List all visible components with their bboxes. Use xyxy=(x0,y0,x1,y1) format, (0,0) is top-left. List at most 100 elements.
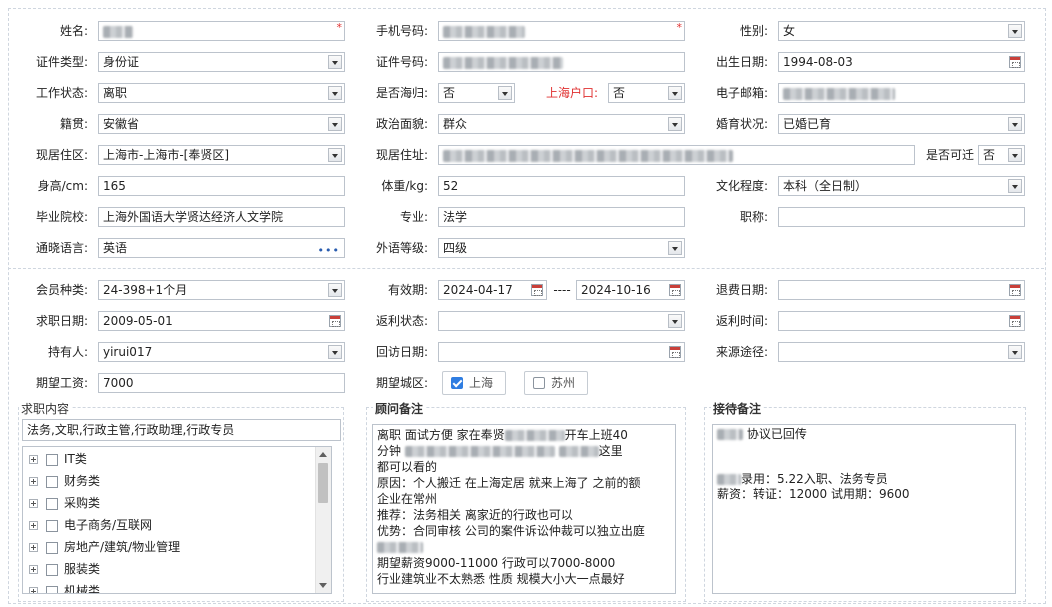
scroll-up-icon[interactable] xyxy=(319,452,327,457)
birth-date-field[interactable]: 1994-08-03 xyxy=(778,52,1025,72)
major-field[interactable]: 法学 xyxy=(438,207,685,227)
tree-scrollbar[interactable] xyxy=(315,447,331,593)
scroll-thumb[interactable] xyxy=(318,463,328,503)
expand-icon[interactable] xyxy=(29,477,38,486)
weight-field[interactable]: 52 xyxy=(438,176,685,196)
calendar-icon[interactable] xyxy=(1009,56,1021,68)
chevron-down-icon[interactable] xyxy=(328,117,342,131)
checkbox-icon[interactable] xyxy=(46,541,58,554)
id-number-field[interactable] xyxy=(438,52,685,72)
note-line: 期望薪资9000-11000 行政可以7000-8000 xyxy=(377,556,616,570)
marital-select[interactable]: 已婚已育 xyxy=(778,114,1025,134)
expand-icon[interactable] xyxy=(29,499,38,508)
email-field[interactable] xyxy=(778,83,1025,103)
expand-icon[interactable] xyxy=(29,587,38,593)
salary-field[interactable]: 7000 xyxy=(98,373,345,393)
tree-node-label: 采购类 xyxy=(64,496,101,510)
work-status-select[interactable]: 离职 xyxy=(98,83,345,103)
chevron-down-icon[interactable] xyxy=(668,241,682,255)
note-spacer xyxy=(717,442,1011,457)
visit-date-field[interactable] xyxy=(438,342,685,362)
id-type-select[interactable]: 身份证 xyxy=(98,52,345,72)
validity-from-field[interactable]: 2024-04-17 xyxy=(438,280,547,300)
scroll-down-icon[interactable] xyxy=(319,583,327,588)
weight-value: 52 xyxy=(443,179,459,193)
advisor-notes-textarea[interactable]: 离职 面试方便 家在奉贤 开车上班40 分钟 这里 都可以看的 原因：个人搬迁 在… xyxy=(372,424,676,594)
checkbox-icon[interactable] xyxy=(46,475,58,488)
chevron-down-icon[interactable] xyxy=(1008,345,1022,359)
checkbox-icon[interactable] xyxy=(46,497,58,510)
city-checkbox-suzhou[interactable]: 苏州 xyxy=(524,371,588,395)
political-select[interactable]: 群众 xyxy=(438,114,685,134)
chevron-down-icon[interactable] xyxy=(328,345,342,359)
member-type-select[interactable]: 24-398+1个月 xyxy=(98,280,345,300)
checkbox-icon[interactable] xyxy=(46,585,58,593)
expand-icon[interactable] xyxy=(29,543,38,552)
chevron-down-icon[interactable] xyxy=(328,283,342,297)
foreign-level-select[interactable]: 四级 xyxy=(438,238,685,258)
calendar-icon[interactable] xyxy=(669,284,681,296)
language-field[interactable]: 英语 ••• xyxy=(98,238,345,258)
rebate-status-select[interactable] xyxy=(438,311,685,331)
refund-date-field[interactable] xyxy=(778,280,1025,300)
tree-node[interactable]: 财务类 xyxy=(29,471,100,491)
chevron-down-icon[interactable] xyxy=(498,86,512,100)
gender-select[interactable]: 女 xyxy=(778,21,1025,41)
checkbox-icon[interactable] xyxy=(46,453,58,466)
chevron-down-icon[interactable] xyxy=(668,117,682,131)
expand-icon[interactable] xyxy=(29,455,38,464)
chevron-down-icon[interactable] xyxy=(1008,148,1022,162)
calendar-icon[interactable] xyxy=(329,315,341,327)
job-date-field[interactable]: 2009-05-01 xyxy=(98,311,345,331)
name-field[interactable]: * xyxy=(98,21,345,41)
tree-node[interactable]: 机械类 xyxy=(29,581,100,593)
shanghai-hukou-select[interactable]: 否 xyxy=(608,83,685,103)
redacted-name xyxy=(103,25,133,38)
tree-node[interactable]: 电子商务/互联网 xyxy=(29,515,152,535)
source-select[interactable] xyxy=(778,342,1025,362)
expand-icon[interactable] xyxy=(29,565,38,574)
checkbox-icon[interactable] xyxy=(46,563,58,576)
school-field[interactable]: 上海外国语大学贤达经济人文学院 xyxy=(98,207,345,227)
city-checkbox-shanghai[interactable]: 上海 xyxy=(442,371,506,395)
native-select[interactable]: 安徽省 xyxy=(98,114,345,134)
chevron-down-icon[interactable] xyxy=(328,55,342,69)
phone-field[interactable]: * xyxy=(438,21,685,41)
more-options-icon[interactable]: ••• xyxy=(318,242,340,257)
address-field[interactable] xyxy=(438,145,915,165)
chevron-down-icon[interactable] xyxy=(328,86,342,100)
language-value: 英语 xyxy=(103,241,128,255)
rebate-time-field[interactable] xyxy=(778,311,1025,331)
returnee-select[interactable]: 否 xyxy=(438,83,515,103)
tree-node[interactable]: 采购类 xyxy=(29,493,100,513)
title-field[interactable] xyxy=(778,207,1025,227)
education-select[interactable]: 本科（全日制） xyxy=(778,176,1025,196)
chevron-down-icon[interactable] xyxy=(1008,117,1022,131)
height-field[interactable]: 165 xyxy=(98,176,345,196)
chevron-down-icon[interactable] xyxy=(668,86,682,100)
chevron-down-icon[interactable] xyxy=(1008,24,1022,38)
residence-area-select[interactable]: 上海市-上海市-[奉贤区] xyxy=(98,145,345,165)
reception-notes-textarea[interactable]: 协议已回传 录用：5.22入职、法务专员 薪资：转证：12000 试用期：960… xyxy=(712,424,1016,594)
checkbox-icon[interactable] xyxy=(46,519,58,532)
calendar-icon[interactable] xyxy=(669,346,681,358)
foreign-level-value: 四级 xyxy=(443,241,468,255)
redacted-text xyxy=(717,474,741,485)
tree-node[interactable]: 房地产/建筑/物业管理 xyxy=(29,537,180,557)
calendar-icon[interactable] xyxy=(1009,284,1021,296)
expand-icon[interactable] xyxy=(29,521,38,530)
chevron-down-icon[interactable] xyxy=(328,148,342,162)
calendar-icon[interactable] xyxy=(1009,315,1021,327)
tree-node[interactable]: IT类 xyxy=(29,449,87,469)
job-content-selected-field[interactable]: 法务,文职,行政主管,行政助理,行政专员 xyxy=(22,419,341,441)
job-category-tree[interactable]: IT类 财务类 采购类 电子商务/互联网 房地产/建筑/物业管理 服装类 机械类 xyxy=(22,446,332,594)
holder-select[interactable]: yirui017 xyxy=(98,342,345,362)
chevron-down-icon[interactable] xyxy=(1008,179,1022,193)
tree-node[interactable]: 服装类 xyxy=(29,559,100,579)
calendar-icon[interactable] xyxy=(531,284,543,296)
relocate-select[interactable]: 否 xyxy=(978,145,1025,165)
advisor-notes-title: 顾问备注 xyxy=(373,400,426,417)
validity-to-field[interactable]: 2024-10-16 xyxy=(576,280,685,300)
shanghai-hukou-label: 上海户口: xyxy=(545,86,598,100)
chevron-down-icon[interactable] xyxy=(668,314,682,328)
